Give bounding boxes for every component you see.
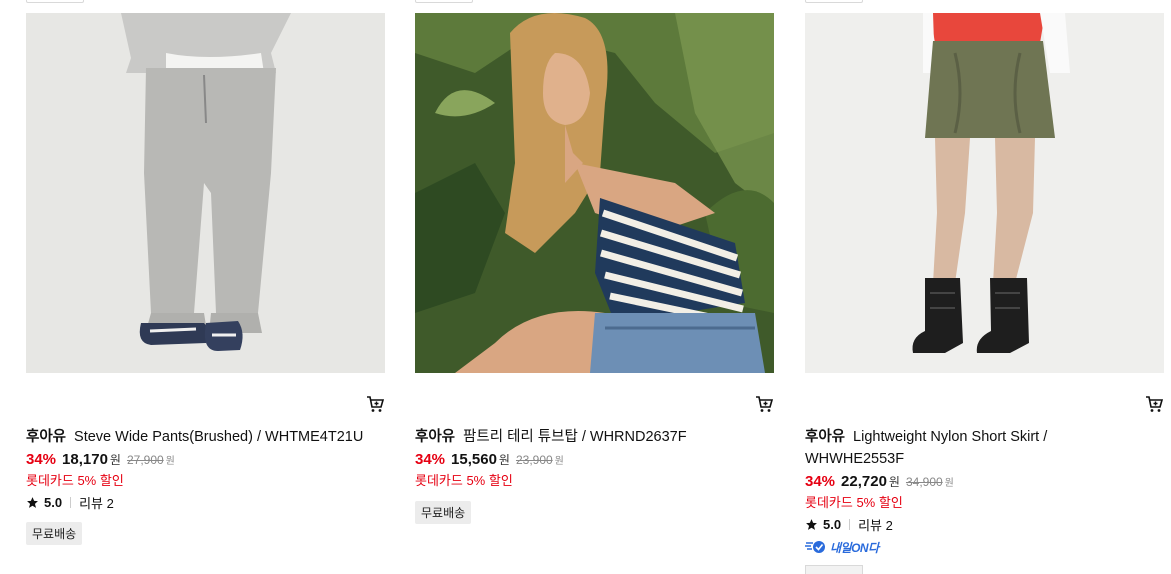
delivery-label: 내일ON다 — [830, 540, 879, 555]
product-name: 팜트리 테리 튜브탑 / WHRND2637F — [463, 429, 687, 445]
rating-score: 5.0 — [823, 517, 842, 532]
star-icon — [806, 519, 817, 530]
add-to-cart-button[interactable] — [1144, 394, 1164, 414]
product-image[interactable] — [805, 13, 1164, 373]
discount-rate: 34% — [805, 473, 836, 490]
top-badge-stub — [26, 0, 84, 3]
review-row: 5.0 리뷰 2 — [805, 515, 893, 534]
original-price: 27,900 — [126, 453, 164, 467]
product-title[interactable]: 후아유 Steve Wide Pants(Brushed) / WHTME4T21… — [26, 426, 386, 448]
review-count: 리뷰 2 — [79, 496, 114, 511]
price-unit: 원 — [109, 453, 121, 467]
product-name: Steve Wide Pants(Brushed) / WHTME4T21U — [74, 429, 364, 445]
cart-icon — [756, 396, 774, 412]
discount-rate: 34% — [415, 451, 446, 468]
divider — [70, 497, 72, 508]
product-card[interactable]: 후아유 Steve Wide Pants(Brushed) / WHTME4T21… — [26, 0, 386, 570]
card-benefit: 롯데카드 5% 할인 — [26, 473, 124, 488]
add-to-cart-button[interactable] — [365, 394, 385, 414]
brand-name: 후아유 — [415, 429, 456, 445]
original-price-unit: 원 — [165, 456, 175, 467]
product-title[interactable]: 후아유 팜트리 테리 튜브탑 / WHRND2637F — [415, 426, 775, 448]
brand-name: 후아유 — [805, 429, 846, 445]
sale-price: 15,560 — [451, 451, 497, 468]
price-row: 34% 18,170 원 27,900 원 — [26, 451, 175, 471]
product-image[interactable] — [415, 13, 774, 373]
original-price-unit: 원 — [554, 456, 564, 467]
review-row: 5.0 리뷰 2 — [26, 493, 114, 512]
product-card[interactable]: 후아유 Lightweight Nylon Short Skirt / WHWHE… — [805, 0, 1165, 574]
original-price: 23,900 — [515, 453, 553, 467]
discount-rate: 34% — [26, 451, 57, 468]
top-badge-stub — [415, 0, 473, 3]
card-benefit: 롯데카드 5% 할인 — [805, 495, 903, 510]
product-title[interactable]: 후아유 Lightweight Nylon Short Skirt / WHWHE… — [805, 426, 1105, 470]
original-price: 34,900 — [905, 475, 943, 489]
price-unit: 원 — [888, 475, 900, 489]
star-icon — [27, 497, 38, 508]
sale-price: 22,720 — [841, 473, 887, 490]
free-shipping-badge: 무료배송 — [26, 522, 83, 545]
product-image[interactable] — [26, 13, 385, 373]
divider — [849, 519, 851, 530]
price-unit: 원 — [498, 453, 510, 467]
price-row: 34% 22,720 원 34,900 원 — [805, 473, 954, 493]
rating-score: 5.0 — [44, 495, 63, 510]
review-count: 리뷰 2 — [858, 518, 893, 533]
cart-icon — [1146, 396, 1164, 412]
card-benefit: 롯데카드 5% 할인 — [415, 473, 513, 488]
cart-icon — [367, 396, 385, 412]
price-row: 34% 15,560 원 23,900 원 — [415, 451, 564, 471]
delivery-truck-icon — [805, 541, 825, 553]
sale-price: 18,170 — [62, 451, 108, 468]
original-price-unit: 원 — [944, 478, 954, 489]
brand-name: 후아유 — [26, 429, 67, 445]
product-card[interactable]: 후아유 팜트리 테리 튜브탑 / WHRND2637F 34% 15,560 원 23,… — [415, 0, 775, 570]
add-to-cart-button[interactable] — [754, 394, 774, 414]
next-day-delivery-badge: 내일ON다 — [805, 539, 879, 555]
top-badge-stub — [805, 0, 863, 3]
free-shipping-badge: 무료배송 — [415, 501, 472, 524]
